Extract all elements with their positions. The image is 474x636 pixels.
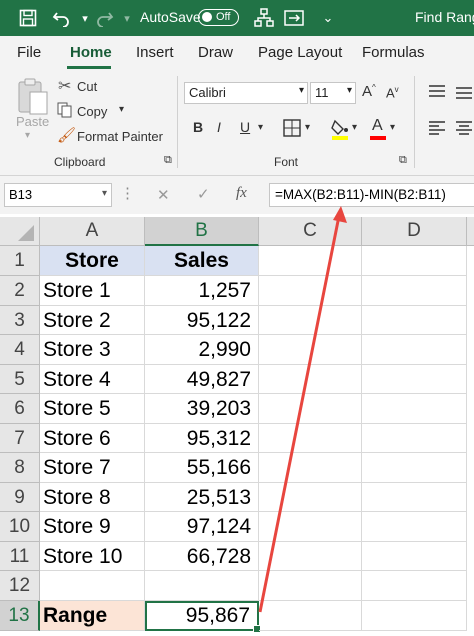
annotation-arrow [258, 206, 347, 613]
